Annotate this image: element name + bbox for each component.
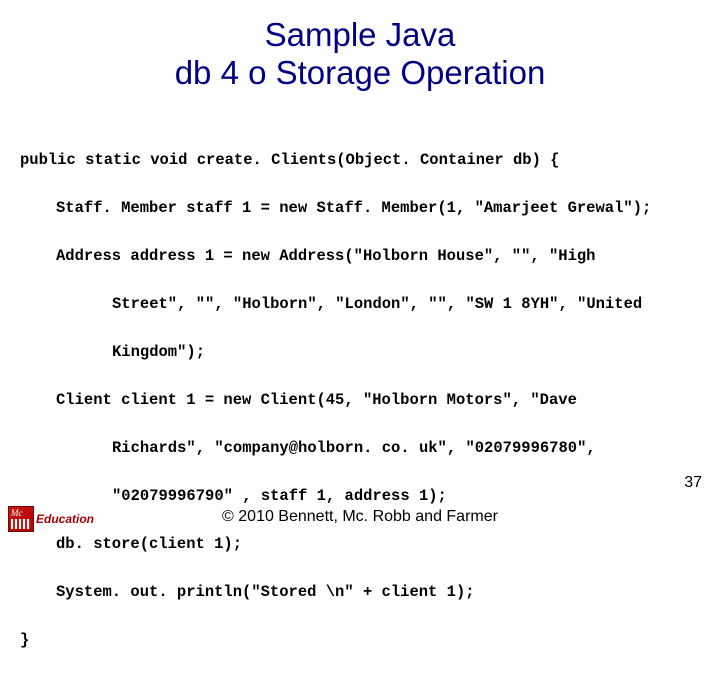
title-line-1: Sample Java (265, 16, 456, 53)
mcgraw-hill-icon (8, 506, 34, 532)
code-line: public static void create. Clients(Objec… (20, 148, 700, 172)
page-number: 37 (684, 474, 702, 492)
code-block: public static void create. Clients(Objec… (0, 92, 720, 676)
title-line-2: db 4 o Storage Operation (175, 54, 546, 91)
code-line: System. out. println("Stored \n" + clien… (20, 580, 700, 604)
copyright-text: © 2010 Bennett, Mc. Robb and Farmer (0, 508, 720, 526)
logo-label: Education (36, 512, 94, 526)
code-line: db. store(client 1); (20, 532, 700, 556)
code-line: Address address 1 = new Address("Holborn… (20, 244, 700, 268)
code-line: Kingdom"); (20, 340, 700, 364)
slide-title: Sample Java db 4 o Storage Operation (0, 0, 720, 92)
code-line: Client client 1 = new Client(45, "Holbor… (20, 388, 700, 412)
code-line: Street", "", "Holborn", "London", "", "S… (20, 292, 700, 316)
code-line: Richards", "company@holborn. co. uk", "0… (20, 436, 700, 460)
publisher-logo: Education (8, 506, 94, 532)
code-line: } (20, 628, 700, 652)
code-line: Staff. Member staff 1 = new Staff. Membe… (20, 196, 700, 220)
code-line: "02079996790" , staff 1, address 1); (20, 484, 700, 508)
